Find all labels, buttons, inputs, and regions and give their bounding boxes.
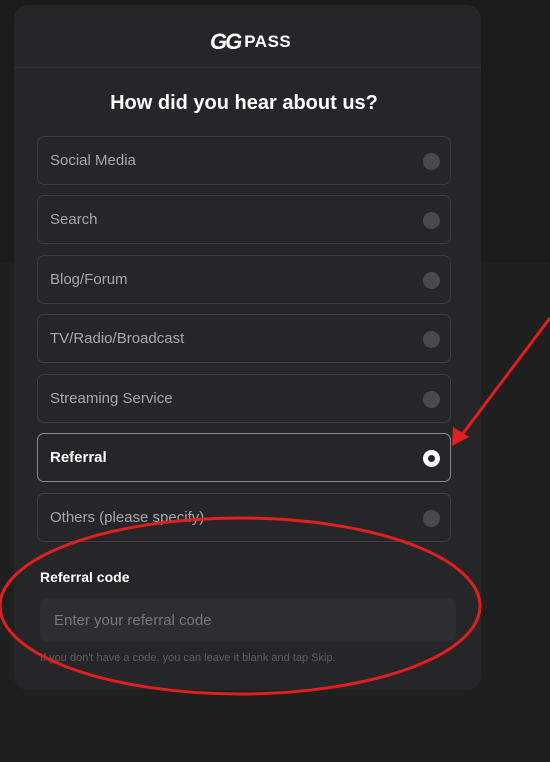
option-others[interactable]: Others (please specify) [37,493,451,542]
referral-hint: If you don't have a code, you can leave … [40,652,336,664]
header-divider [14,67,481,68]
radio-icon[interactable] [423,391,440,408]
option-label: Blog/Forum [50,271,128,288]
option-label: TV/Radio/Broadcast [50,330,185,347]
option-label: Social Media [50,152,136,169]
option-tv-radio-broadcast[interactable]: TV/Radio/Broadcast [37,314,451,363]
referral-code-input[interactable] [40,598,456,642]
option-referral[interactable]: Referral [37,433,451,482]
option-blog-forum[interactable]: Blog/Forum [37,255,451,304]
page-title: How did you hear about us? [110,92,378,114]
radio-icon[interactable] [423,153,440,170]
option-label: Search [50,211,98,228]
option-label: Streaming Service [50,390,173,407]
radio-icon[interactable] [423,510,440,527]
radio-selected-icon[interactable] [423,450,440,467]
radio-icon[interactable] [423,331,440,348]
option-social-media[interactable]: Social Media [37,136,451,185]
option-label: Others (please specify) [50,509,205,526]
option-label: Referral [50,449,107,466]
radio-icon[interactable] [423,272,440,289]
ggpass-logo: GG PASS [210,29,291,55]
referral-code-label: Referral code [40,569,130,585]
option-streaming-service[interactable]: Streaming Service [37,374,451,423]
logo-pass-text: PASS [244,32,292,51]
radio-icon[interactable] [423,212,440,229]
logo-gg-mark: GG [210,29,242,54]
option-search[interactable]: Search [37,195,451,244]
